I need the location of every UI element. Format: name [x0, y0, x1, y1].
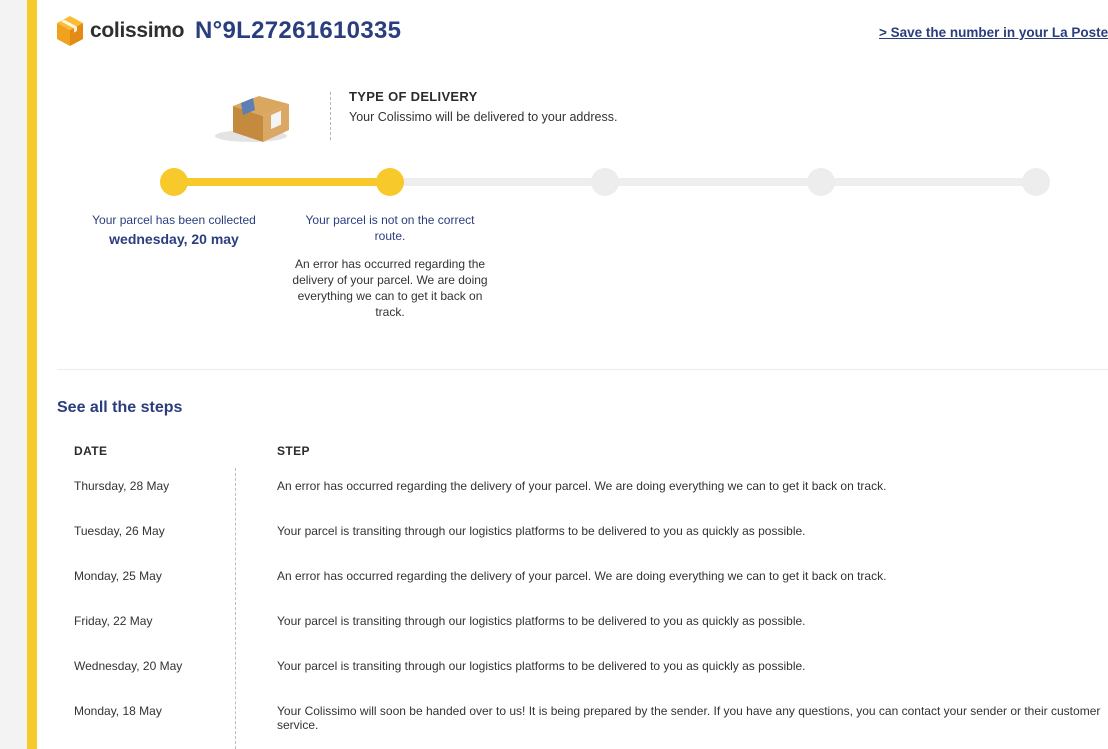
row-date: Tuesday, 26 May	[74, 524, 165, 538]
progress-step-3	[591, 168, 619, 196]
row-date: Monday, 25 May	[74, 569, 162, 583]
row-step: Your parcel is transiting through our lo…	[277, 524, 806, 538]
colissimo-logo[interactable]: colissimo	[57, 16, 184, 46]
logo-text: colissimo	[90, 19, 185, 42]
table-row: Wednesday, 20 May Your parcel is transit…	[37, 659, 1108, 703]
progress-step-5	[1022, 168, 1050, 196]
delivery-type-description: Your Colissimo will be delivered to your…	[349, 110, 618, 124]
parcel-box-icon	[215, 96, 289, 142]
table-row: Friday, 22 May Your parcel is transiting…	[37, 614, 1108, 658]
progress-step-2	[376, 168, 404, 196]
progress-step-4	[807, 168, 835, 196]
progress-track-fill	[174, 178, 390, 186]
step-column-header: STEP	[277, 444, 310, 458]
row-step: An error has occurred regarding the deli…	[277, 479, 887, 493]
row-step: An error has occurred regarding the deli…	[277, 569, 887, 583]
row-step: Your Colissimo will soon be handed over …	[277, 704, 1101, 732]
save-number-link[interactable]: > Save the number in your La Poste a	[879, 25, 1108, 40]
row-date: Friday, 22 May	[74, 614, 153, 628]
section-divider	[57, 369, 1108, 370]
delivery-type-title: TYPE OF DELIVERY	[349, 89, 478, 104]
progress-step-1	[160, 168, 188, 196]
delivery-type-divider	[330, 92, 331, 140]
step-2-note: An error has occurred regarding the deli…	[292, 257, 488, 319]
date-column-header: DATE	[74, 444, 108, 458]
step-1-date: wednesday, 20 may	[109, 231, 239, 247]
row-step: Your parcel is transiting through our lo…	[277, 659, 806, 673]
page-left-shade	[0, 0, 27, 749]
table-row: Monday, 18 May Your Colissimo will soon …	[37, 704, 1108, 748]
table-row: Monday, 25 May An error has occurred reg…	[37, 569, 1108, 613]
row-date: Wednesday, 20 May	[74, 659, 183, 673]
table-row: Tuesday, 26 May Your parcel is transitin…	[37, 524, 1108, 568]
tracking-page: colissimo N°9L27261610335 > Save the num…	[37, 0, 1108, 749]
see-all-steps-heading[interactable]: See all the steps	[57, 399, 182, 417]
row-date: Thursday, 28 May	[74, 479, 170, 493]
step-2-label: Your parcel is not on the correct route.	[305, 213, 475, 243]
tracking-number: N°9L27261610335	[195, 17, 402, 44]
row-date: Monday, 18 May	[74, 704, 162, 718]
step-1-label: Your parcel has been collected	[92, 213, 256, 227]
row-step: Your parcel is transiting through our lo…	[277, 614, 806, 628]
brand-accent-bar	[27, 0, 37, 749]
table-row: Thursday, 28 May An error has occurred r…	[37, 479, 1108, 523]
colissimo-box-logo-icon	[57, 16, 83, 46]
